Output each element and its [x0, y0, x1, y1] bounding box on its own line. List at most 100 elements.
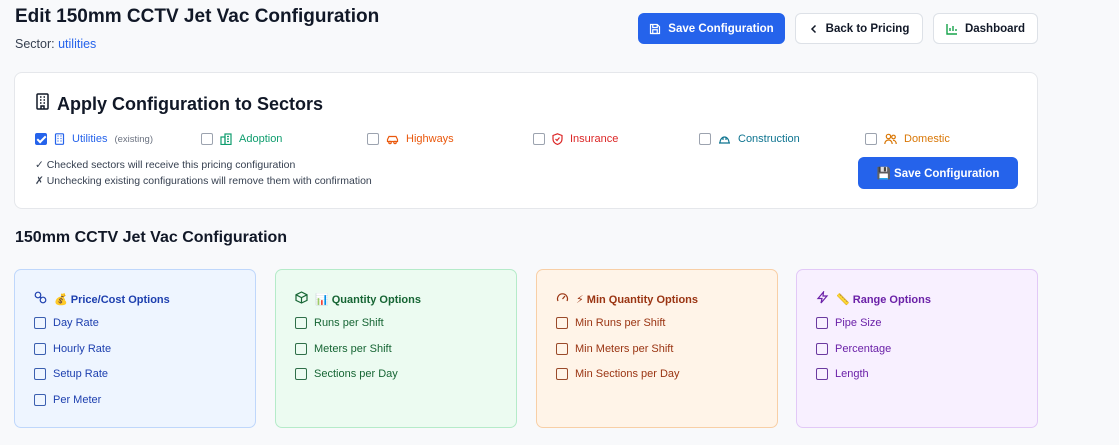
chevron-left-icon	[809, 24, 819, 34]
link-icon	[34, 291, 47, 307]
quantity-options-heading: 📊 Quantity Options	[295, 291, 421, 307]
existing-badge: (existing)	[114, 133, 153, 145]
bar-chart-icon	[946, 23, 958, 35]
option-min-sections-per-day[interactable]: Min Sections per Day	[556, 368, 680, 380]
sector-label-adoption: Adoption	[239, 133, 283, 145]
option-runs-per-shift[interactable]: Runs per Shift	[295, 317, 384, 329]
building-icon	[54, 133, 65, 145]
apply-sectors-card: Apply Configuration to Sectors Utilities…	[14, 72, 1038, 209]
setup-rate-checkbox[interactable]	[34, 368, 46, 380]
day-rate-label: Day Rate	[53, 317, 99, 329]
runs-per-shift-label: Runs per Shift	[314, 317, 384, 329]
hourly-rate-label: Hourly Rate	[53, 343, 112, 355]
min-quantity-options-title: ⚡ Min Quantity Options	[576, 293, 698, 306]
option-day-rate[interactable]: Day Rate	[34, 317, 99, 329]
option-meters-per-shift[interactable]: Meters per Shift	[295, 343, 392, 355]
min-sections-per-day-checkbox[interactable]	[556, 368, 568, 380]
sections-per-day-checkbox[interactable]	[295, 368, 307, 380]
page-title: Edit 150mm CCTV Jet Vac Configuration	[15, 6, 380, 27]
pipe-size-label: Pipe Size	[835, 317, 882, 329]
range-options-panel: 📏 Range Options Pipe Size Percentage Len…	[796, 269, 1038, 428]
users-icon	[884, 133, 897, 145]
min-meters-per-shift-label: Min Meters per Shift	[575, 343, 674, 355]
min-sections-per-day-label: Min Sections per Day	[575, 368, 680, 380]
sector-option-utilities[interactable]: Utilities (existing)	[35, 131, 153, 147]
option-per-meter[interactable]: Per Meter	[34, 394, 101, 406]
sector-option-insurance[interactable]: Insurance	[533, 131, 618, 147]
sector-option-highways[interactable]: Highways	[367, 131, 454, 147]
sector-checkbox-adoption[interactable]	[201, 133, 213, 145]
car-icon	[386, 134, 399, 145]
meters-per-shift-checkbox[interactable]	[295, 343, 307, 355]
save-configuration-button[interactable]: Save Configuration	[638, 13, 785, 44]
sector-link[interactable]: utilities	[58, 37, 96, 51]
range-options-heading: 📏 Range Options	[816, 290, 931, 307]
shield-icon	[552, 133, 563, 145]
option-pipe-size[interactable]: Pipe Size	[816, 317, 881, 329]
config-section-title: 150mm CCTV Jet Vac Configuration	[15, 229, 288, 246]
min-quantity-options-panel: ⚡ Min Quantity Options Min Runs per Shif…	[536, 269, 778, 428]
sector-checkbox-highways[interactable]	[367, 133, 379, 145]
hourly-rate-checkbox[interactable]	[34, 343, 46, 355]
option-sections-per-day[interactable]: Sections per Day	[295, 368, 398, 380]
setup-rate-label: Setup Rate	[53, 368, 109, 380]
price-cost-options-title: 💰 Price/Cost Options	[54, 293, 170, 306]
sector-checkbox-insurance[interactable]	[533, 133, 545, 145]
dashboard-label: Dashboard	[964, 22, 1026, 35]
sector-label-utilities: Utilities	[72, 133, 108, 145]
apply-sectors-heading: Apply Configuration to Sectors	[35, 93, 323, 115]
sector-checkbox-utilities[interactable]	[35, 133, 47, 145]
price-cost-options-heading: 💰 Price/Cost Options	[34, 291, 170, 307]
option-percentage[interactable]: Percentage	[816, 343, 891, 355]
min-quantity-options-heading: ⚡ Min Quantity Options	[556, 291, 698, 307]
bolt-icon	[816, 290, 829, 307]
sector-checkbox-domestic[interactable]	[865, 133, 877, 145]
apartment-icon	[220, 133, 232, 145]
sector-label-highways: Highways	[406, 133, 454, 145]
save-icon	[649, 23, 661, 35]
building-icon	[35, 93, 50, 115]
hard-hat-icon	[718, 134, 731, 145]
option-min-meters-per-shift[interactable]: Min Meters per Shift	[556, 343, 673, 355]
back-to-pricing-label: Back to Pricing	[825, 22, 910, 35]
option-min-runs-per-shift[interactable]: Min Runs per Shift	[556, 317, 665, 329]
sector-option-adoption[interactable]: Adoption	[201, 131, 282, 147]
min-meters-per-shift-checkbox[interactable]	[556, 343, 568, 355]
option-hourly-rate[interactable]: Hourly Rate	[34, 343, 111, 355]
min-runs-per-shift-checkbox[interactable]	[556, 317, 568, 329]
percentage-label: Percentage	[835, 343, 892, 355]
cube-icon	[295, 291, 308, 307]
unchecked-sectors-note: ✗ Unchecking existing configurations wil…	[35, 175, 372, 187]
price-cost-options-panel: 💰 Price/Cost Options Day Rate Hourly Rat…	[14, 269, 256, 428]
sections-per-day-label: Sections per Day	[314, 368, 398, 380]
pipe-size-checkbox[interactable]	[816, 317, 828, 329]
sector-label-domestic: Domestic	[904, 133, 950, 145]
length-label: Length	[835, 368, 869, 380]
range-options-title: 📏 Range Options	[836, 293, 931, 306]
length-checkbox[interactable]	[816, 368, 828, 380]
quantity-options-title: 📊 Quantity Options	[315, 293, 421, 306]
option-setup-rate[interactable]: Setup Rate	[34, 368, 108, 380]
sector-option-construction[interactable]: Construction	[699, 131, 800, 147]
sector-line: Sector: utilities	[15, 37, 96, 51]
sector-option-domestic[interactable]: Domestic	[865, 131, 950, 147]
sector-checkbox-construction[interactable]	[699, 133, 711, 145]
save-configuration-label: Save Configuration	[668, 22, 774, 35]
option-length[interactable]: Length	[816, 368, 869, 380]
sector-label-construction: Construction	[738, 133, 800, 145]
min-runs-per-shift-label: Min Runs per Shift	[575, 317, 666, 329]
checked-sectors-note: ✓ Checked sectors will receive this pric…	[35, 159, 296, 171]
gauge-icon	[556, 291, 569, 307]
per-meter-label: Per Meter	[53, 394, 102, 406]
back-to-pricing-button[interactable]: Back to Pricing	[795, 13, 923, 44]
runs-per-shift-checkbox[interactable]	[295, 317, 307, 329]
day-rate-checkbox[interactable]	[34, 317, 46, 329]
save-configuration-sectors-button[interactable]: 💾 Save Configuration	[858, 157, 1018, 189]
meters-per-shift-label: Meters per Shift	[314, 343, 392, 355]
dashboard-button[interactable]: Dashboard	[933, 13, 1038, 44]
apply-sectors-heading-text: Apply Configuration to Sectors	[57, 93, 324, 114]
sector-label-insurance: Insurance	[570, 133, 619, 145]
sector-label: Sector:	[15, 37, 55, 51]
percentage-checkbox[interactable]	[816, 343, 828, 355]
per-meter-checkbox[interactable]	[34, 394, 46, 406]
